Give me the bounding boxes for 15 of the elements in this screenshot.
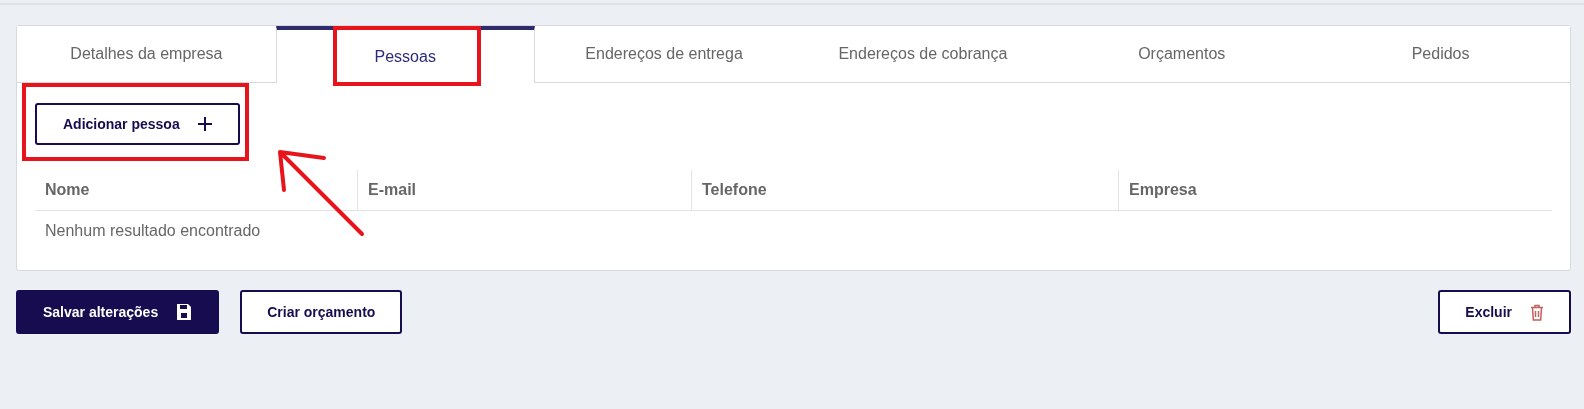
column-header: Nome bbox=[44, 180, 91, 200]
empty-message: Nenhum resultado encontrado bbox=[44, 221, 262, 241]
action-button[interactable]: Salvar alterações bbox=[16, 290, 220, 334]
action-button[interactable]: Criar orçamento bbox=[240, 290, 403, 334]
column-header: Telefone bbox=[691, 170, 1118, 210]
tab[interactable]: Pessoas bbox=[275, 26, 535, 83]
trash-icon bbox=[1530, 303, 1544, 321]
add-person-button[interactable]: Adicionar pessoa bbox=[35, 103, 240, 145]
column-header: E-mail bbox=[357, 170, 691, 210]
column-header: Empresa bbox=[1118, 170, 1552, 210]
save-icon bbox=[176, 303, 193, 321]
tab[interactable]: Pedidos bbox=[1311, 26, 1570, 83]
tab[interactable]: Detalhes da empresa bbox=[17, 26, 276, 83]
action-button[interactable]: Excluir bbox=[1438, 290, 1571, 334]
plus-icon bbox=[197, 117, 212, 131]
